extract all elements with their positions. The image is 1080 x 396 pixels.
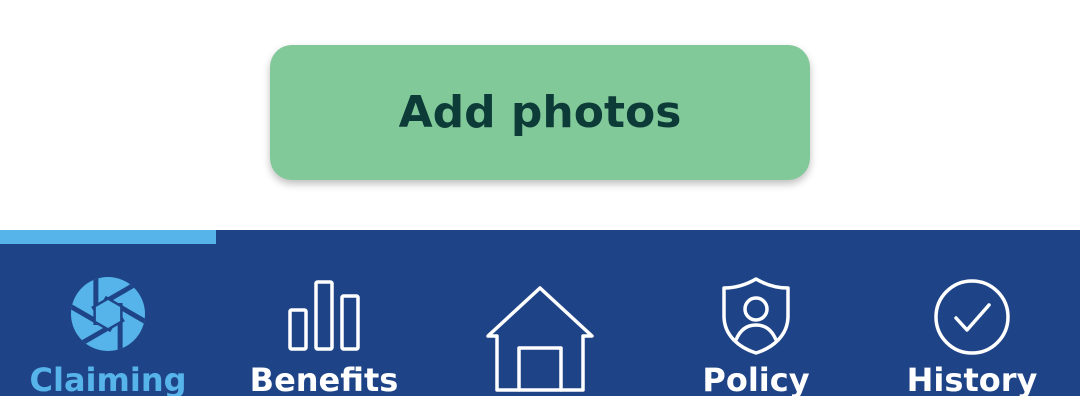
check-circle-icon — [934, 279, 1010, 355]
nav-tab-benefits[interactable]: Benefits — [216, 244, 432, 396]
nav-tab-policy[interactable]: Policy — [648, 244, 864, 396]
nav-tab-label: History — [906, 361, 1038, 396]
nav-tab-label: Claiming — [29, 361, 187, 396]
bottom-navigation: Claiming Benefits Policy History — [0, 230, 1080, 396]
bar-chart-icon — [288, 280, 360, 351]
nav-tab-label: Benefits — [249, 361, 399, 396]
shield-user-icon — [722, 277, 790, 355]
camera-aperture-icon — [71, 277, 145, 351]
nav-tab-history[interactable]: History — [864, 244, 1080, 396]
nav-tab-home[interactable] — [432, 244, 648, 396]
home-icon — [486, 286, 594, 392]
nav-tab-label: Policy — [702, 361, 810, 396]
nav-tab-claiming[interactable]: Claiming — [0, 244, 216, 396]
content-area: Add photos — [0, 0, 1080, 230]
active-tab-indicator — [0, 230, 216, 244]
add-photos-button[interactable]: Add photos — [270, 45, 810, 180]
